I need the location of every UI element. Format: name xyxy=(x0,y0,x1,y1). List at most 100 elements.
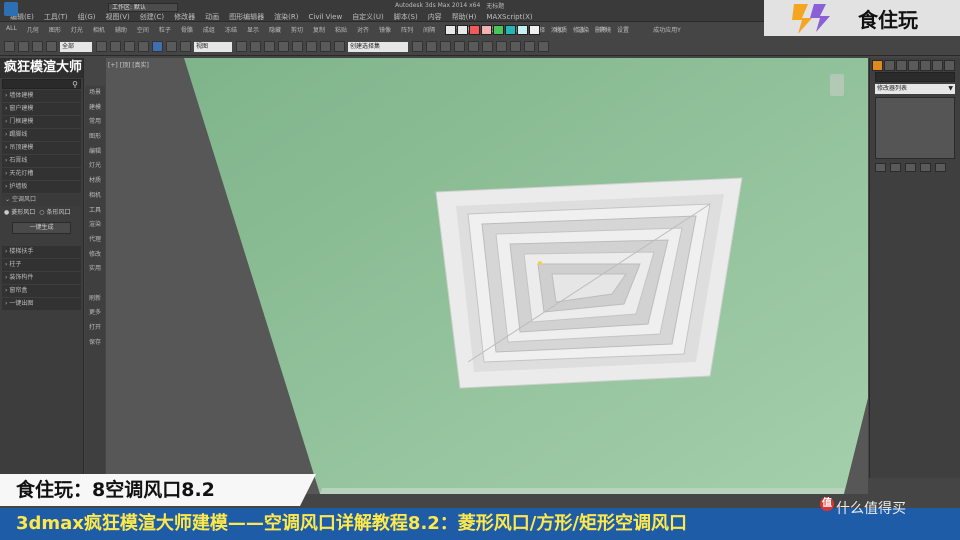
hierarchy-tab-icon[interactable] xyxy=(896,60,907,71)
menu-item-help[interactable]: 帮助(H) xyxy=(452,12,477,22)
color-swatch-6[interactable] xyxy=(505,25,516,35)
plugin-item-3[interactable]: › 踢脚线 xyxy=(2,129,81,141)
plugin-item-4[interactable]: › 吊顶建模 xyxy=(2,142,81,154)
tab-13[interactable] xyxy=(85,277,105,292)
tool-settings[interactable]: 设置 xyxy=(615,24,631,36)
menu-item-customize[interactable]: 自定义(U) xyxy=(352,12,384,22)
tab-10[interactable]: 代理 xyxy=(85,233,105,248)
tab-11[interactable]: 修改 xyxy=(85,248,105,263)
pin-stack-icon[interactable] xyxy=(875,163,886,172)
create-tab-icon[interactable] xyxy=(872,60,883,71)
remove-modifier-icon[interactable] xyxy=(920,163,931,172)
tool-particle[interactable]: 粒子 xyxy=(157,24,173,36)
link-icon[interactable] xyxy=(32,41,43,52)
color-swatch-4[interactable] xyxy=(481,25,492,35)
tool-copy[interactable]: 复制 xyxy=(311,24,327,36)
window-crossing-icon[interactable] xyxy=(138,41,149,52)
tool-array[interactable]: 阵列 xyxy=(399,24,415,36)
plugin-item-8[interactable]: › 楼梯扶手 xyxy=(2,246,81,258)
plugin-section-ac-vent[interactable]: ⌄ 空调风口 xyxy=(2,194,81,206)
tool-show[interactable]: 显示 xyxy=(245,24,261,36)
configure-modifier-sets-icon[interactable] xyxy=(935,163,946,172)
tab-1[interactable]: 建模 xyxy=(85,101,105,116)
plugin-item-7[interactable]: › 护墙板 xyxy=(2,181,81,193)
mirror-icon[interactable] xyxy=(412,41,423,52)
menu-item-maxscript[interactable]: MAXScript(X) xyxy=(486,13,532,21)
tab-5[interactable]: 灯光 xyxy=(85,159,105,174)
tool-cut[interactable]: 剪切 xyxy=(289,24,305,36)
display-tab-icon[interactable] xyxy=(920,60,931,71)
extra-tab-icon[interactable] xyxy=(944,60,955,71)
plugin-item-2[interactable]: › 门框建模 xyxy=(2,116,81,128)
menu-item-animation[interactable]: 动画 xyxy=(205,12,219,22)
menu-item-graph-editors[interactable]: 图形编辑器 xyxy=(229,12,264,22)
render-production-icon[interactable] xyxy=(538,41,549,52)
menu-item-create[interactable]: 创建(C) xyxy=(140,12,164,22)
tab-9[interactable]: 渲染 xyxy=(85,218,105,233)
menu-item-content[interactable]: 内容 xyxy=(428,12,442,22)
app-logo-icon[interactable] xyxy=(4,2,18,16)
select-icon[interactable] xyxy=(96,41,107,52)
unlink-icon[interactable] xyxy=(46,41,57,52)
schematic-view-icon[interactable] xyxy=(482,41,493,52)
modify-tab-icon[interactable] xyxy=(884,60,895,71)
tab-2[interactable]: 常用 xyxy=(85,115,105,130)
pivot-icon[interactable] xyxy=(236,41,247,52)
rect-select-icon[interactable] xyxy=(124,41,135,52)
radio-diamond[interactable]: ● xyxy=(4,207,9,219)
redo-icon[interactable] xyxy=(18,41,29,52)
graphite-icon[interactable] xyxy=(454,41,465,52)
material-editor-icon[interactable] xyxy=(496,41,507,52)
tab-4[interactable]: 编辑 xyxy=(85,145,105,160)
plugin-item-0[interactable]: › 墙体建模 xyxy=(2,90,81,102)
tool-shape[interactable]: 图形 xyxy=(47,24,63,36)
tool-delete[interactable]: 删除 xyxy=(593,24,609,36)
tab-8[interactable]: 工具 xyxy=(85,204,105,219)
tab-7[interactable]: 相机 xyxy=(85,189,105,204)
object-name-field[interactable] xyxy=(875,72,955,82)
utilities-tab-icon[interactable] xyxy=(932,60,943,71)
tool-align[interactable]: 对齐 xyxy=(355,24,371,36)
color-swatch-5[interactable] xyxy=(493,25,504,35)
tab-16[interactable]: 打开 xyxy=(85,321,105,336)
menu-item-civil-view[interactable]: Civil View xyxy=(308,13,342,21)
menu-item-group[interactable]: 组(G) xyxy=(78,12,96,22)
workspace-dropdown[interactable]: 工作区: 默认 xyxy=(108,3,178,12)
tab-6[interactable]: 材质 xyxy=(85,174,105,189)
spinner-snap-icon[interactable] xyxy=(320,41,331,52)
motion-tab-icon[interactable] xyxy=(908,60,919,71)
tool-geometry[interactable]: 几何 xyxy=(25,24,41,36)
layer-manager-icon[interactable] xyxy=(440,41,451,52)
scale-icon[interactable] xyxy=(180,41,191,52)
menu-item-scripting[interactable]: 脚本(S) xyxy=(394,12,418,22)
plugin-item-9[interactable]: › 柱子 xyxy=(2,259,81,271)
tool-helper[interactable]: 辅助 xyxy=(113,24,129,36)
menu-item-view[interactable]: 视图(V) xyxy=(106,12,130,22)
percent-snap-icon[interactable] xyxy=(306,41,317,52)
menu-item-tools[interactable]: 工具(T) xyxy=(44,12,68,22)
modifier-list-dropdown[interactable]: 修改器列表 ▼ xyxy=(875,84,955,94)
plugin-item-10[interactable]: › 装饰构件 xyxy=(2,272,81,284)
tool-hide[interactable]: 隐藏 xyxy=(267,24,283,36)
tab-14[interactable]: 刷新 xyxy=(85,292,105,307)
modifier-stack[interactable] xyxy=(875,97,955,159)
named-selection-set-dropdown[interactable]: 创建选择集 xyxy=(348,41,408,52)
menu-item-rendering[interactable]: 渲染(R) xyxy=(274,12,298,22)
plugin-item-12[interactable]: › 一键出图 xyxy=(2,298,81,310)
color-swatch-3[interactable] xyxy=(469,25,480,35)
edit-named-selection-icon[interactable] xyxy=(334,41,345,52)
angle-snap-icon[interactable] xyxy=(292,41,303,52)
menu-item-modifiers[interactable]: 修改器 xyxy=(174,12,195,22)
show-end-result-icon[interactable] xyxy=(890,163,901,172)
tool-paste[interactable]: 粘贴 xyxy=(333,24,349,36)
plugin-search-input[interactable]: ⚲ xyxy=(2,79,81,89)
tool-add[interactable]: 添加 xyxy=(549,24,565,36)
align-icon[interactable] xyxy=(426,41,437,52)
snap-3d-icon[interactable] xyxy=(278,41,289,52)
plugin-item-6[interactable]: › 天花灯槽 xyxy=(2,168,81,180)
tab-17[interactable]: 保存 xyxy=(85,336,105,351)
move-icon[interactable] xyxy=(152,41,163,52)
make-unique-icon[interactable] xyxy=(905,163,916,172)
tab-15[interactable]: 更多 xyxy=(85,306,105,321)
color-swatch-8[interactable] xyxy=(529,25,540,35)
